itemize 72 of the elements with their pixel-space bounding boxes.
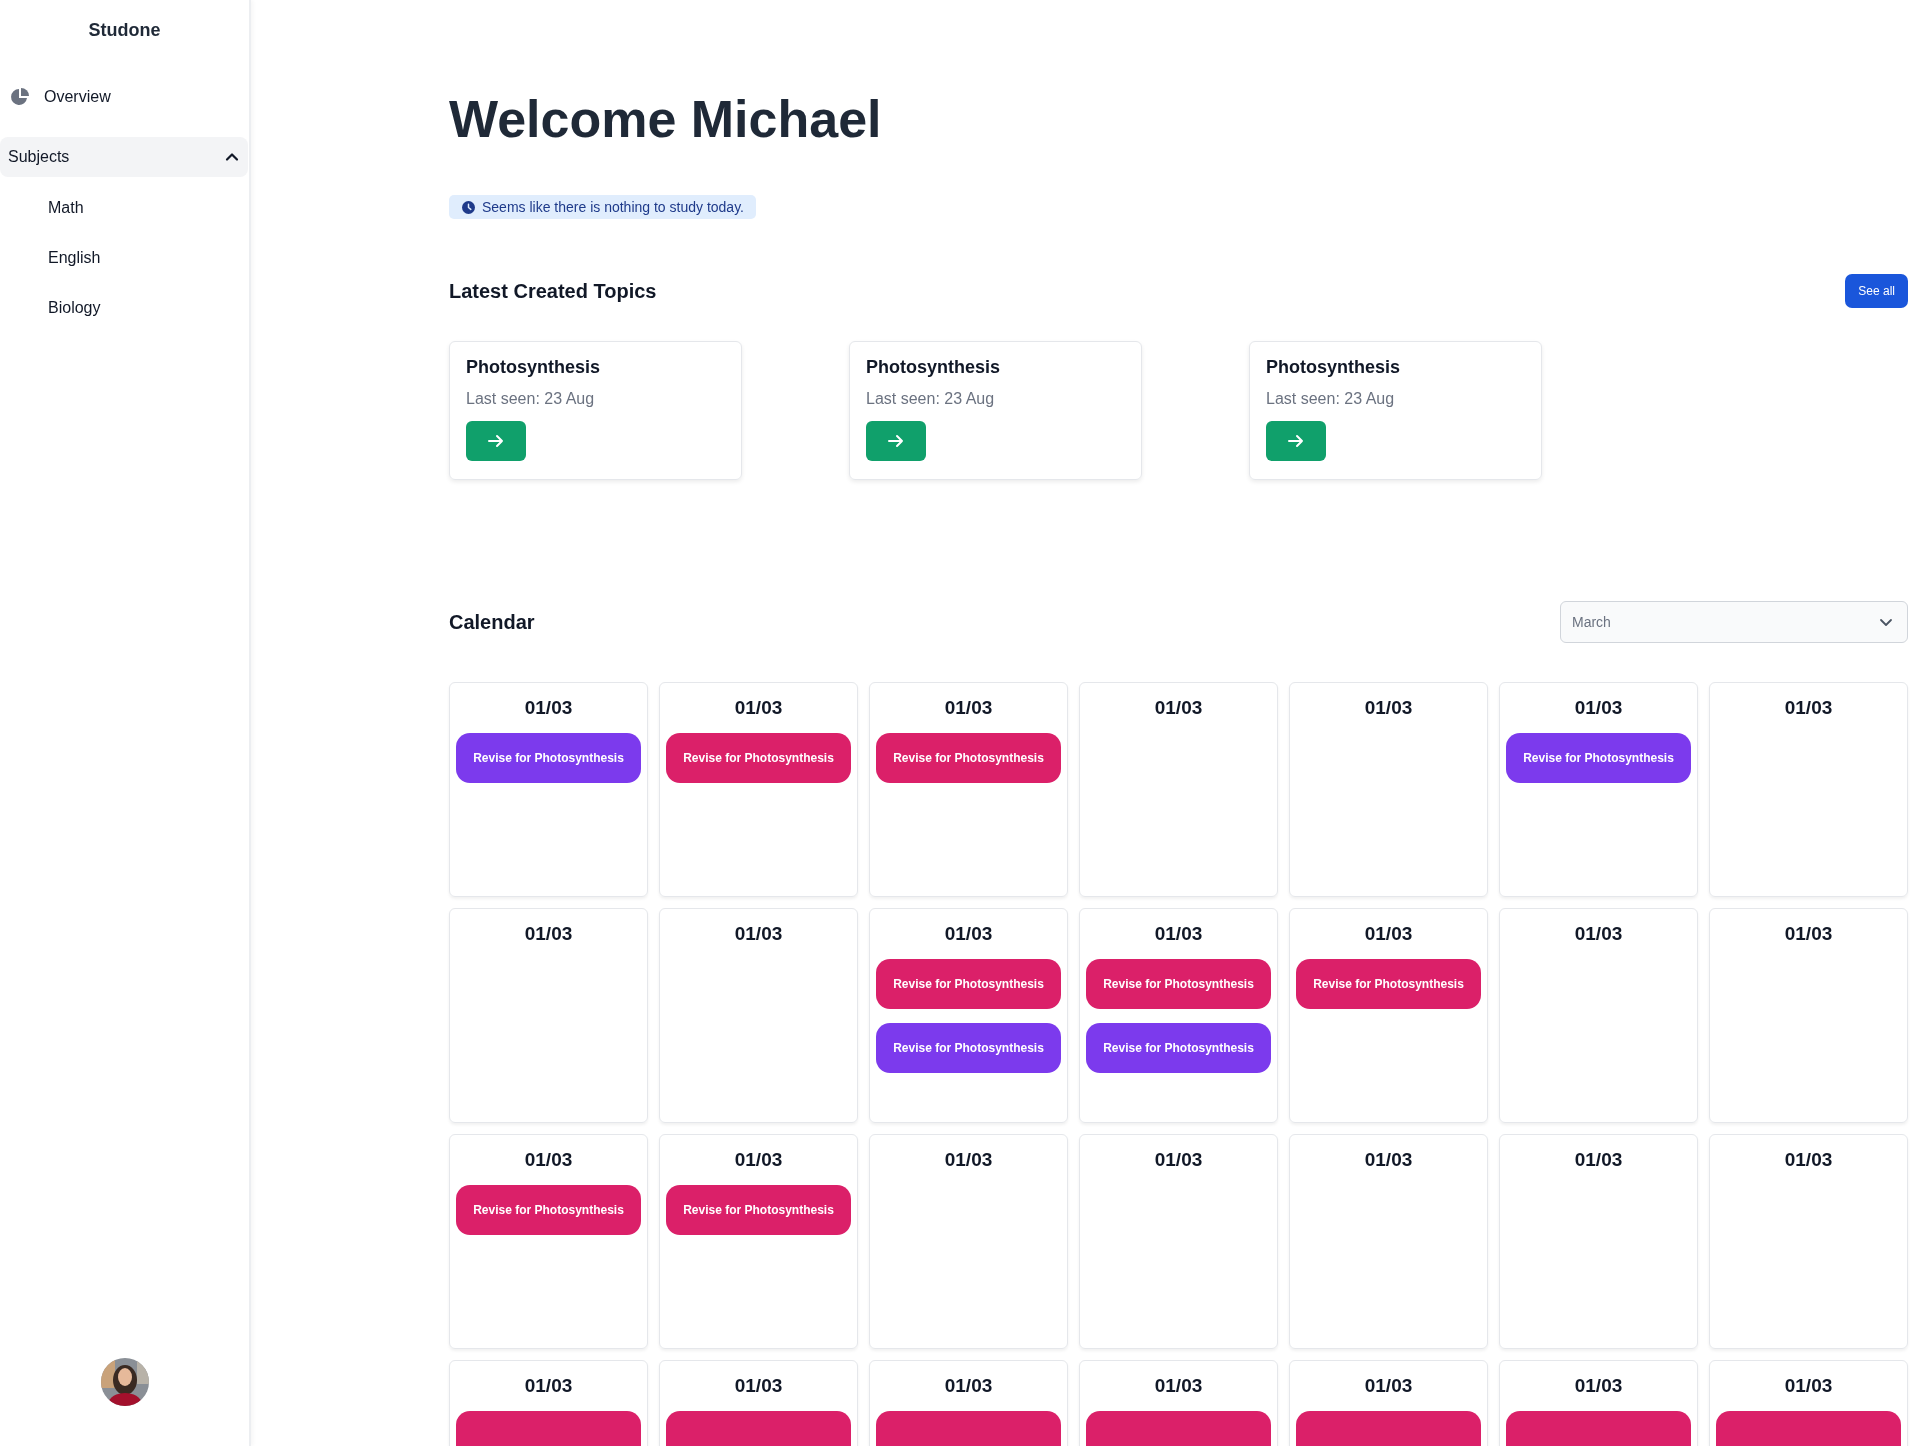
day-date: 01/03 <box>1783 697 1834 719</box>
last-seen-text: Last seen: 23 Aug <box>866 390 996 408</box>
sidebar-group[interactable]: Subjects <box>0 137 248 177</box>
day-date: 01/03 <box>1153 923 1204 945</box>
day-date: 01/03 <box>733 1149 784 1171</box>
calendar-event[interactable]: Revise for Photosynthesis <box>876 959 1061 1009</box>
day-date: 01/03 <box>1153 1375 1204 1397</box>
last-seen-text: Last seen: 23 Aug <box>1266 390 1396 408</box>
day-date: 01/03 <box>733 697 784 719</box>
calendar-event[interactable]: Revise for Photosynthesis <box>456 733 641 783</box>
day-date: 01/03 <box>943 1375 994 1397</box>
day-date: 01/03 <box>1363 697 1414 719</box>
clock-icon <box>462 200 475 214</box>
day-date: 01/03 <box>523 697 574 719</box>
calendar-event[interactable]: Revise for Photosynthesis <box>666 1185 851 1235</box>
day-date: 01/03 <box>1153 697 1204 719</box>
day-date: 01/03 <box>1573 1149 1624 1171</box>
day-date: 01/03 <box>733 923 784 945</box>
sidebar-subitem[interactable]: Math <box>0 183 249 233</box>
day-date: 01/03 <box>1363 1375 1414 1397</box>
calendar-event[interactable]: Revise for Photosynthesis <box>1086 1023 1271 1073</box>
day-date: 01/03 <box>1573 697 1624 719</box>
arrow-right-icon <box>1287 432 1305 450</box>
calendar-event[interactable]: Revise for Photosynthesis <box>876 733 1061 783</box>
pie-chart-icon <box>10 87 30 107</box>
sidebar-item[interactable]: Overview <box>0 79 249 115</box>
arrow-right-icon <box>487 432 505 450</box>
calendar-event[interactable] <box>876 1411 1061 1446</box>
calendar-event[interactable] <box>1086 1411 1271 1446</box>
page-title: Welcome Michael <box>449 89 883 150</box>
day-date: 01/03 <box>1153 1149 1204 1171</box>
day-date: 01/03 <box>943 1149 994 1171</box>
section-title: Latest Created Topics <box>449 279 657 303</box>
calendar-event[interactable] <box>456 1411 641 1446</box>
day-date: 01/03 <box>523 1149 574 1171</box>
calendar-event[interactable] <box>1716 1411 1901 1446</box>
calendar-event[interactable]: Revise for Photosynthesis <box>456 1185 641 1235</box>
open-topic-button[interactable] <box>466 421 526 461</box>
last-seen-text: Last seen: 23 Aug <box>466 390 596 408</box>
open-topic-button[interactable] <box>1266 421 1326 461</box>
arrow-right-icon <box>887 432 905 450</box>
app-logo: Studone <box>87 20 162 41</box>
day-date: 01/03 <box>523 1375 574 1397</box>
calendar-event[interactable]: Revise for Photosynthesis <box>876 1023 1061 1073</box>
month-select[interactable]: March <box>1560 601 1908 643</box>
day-date: 01/03 <box>1363 923 1414 945</box>
sidebar-subitem[interactable]: Biology <box>0 283 249 333</box>
day-date: 01/03 <box>523 923 574 945</box>
day-date: 01/03 <box>1783 1375 1834 1397</box>
calendar-event[interactable] <box>1506 1411 1691 1446</box>
open-topic-button[interactable] <box>866 421 926 461</box>
topic-title: Photosynthesis <box>466 357 602 378</box>
section-title: Calendar <box>449 610 535 634</box>
calendar-event[interactable]: Revise for Photosynthesis <box>1296 959 1481 1009</box>
notice-text: Seems like there is nothing to study today. <box>482 199 744 215</box>
calendar-event[interactable]: Revise for Photosynthesis <box>1506 733 1691 783</box>
topic-title: Photosynthesis <box>1266 357 1402 378</box>
calendar-event[interactable]: Revise for Photosynthesis <box>1086 959 1271 1009</box>
calendar-event[interactable]: Revise for Photosynthesis <box>666 733 851 783</box>
day-date: 01/03 <box>733 1375 784 1397</box>
calendar-event[interactable] <box>666 1411 851 1446</box>
day-date: 01/03 <box>943 923 994 945</box>
day-date: 01/03 <box>1783 1149 1834 1171</box>
topic-title: Photosynthesis <box>866 357 1002 378</box>
day-date: 01/03 <box>1573 1375 1624 1397</box>
day-date: 01/03 <box>1363 1149 1414 1171</box>
day-date: 01/03 <box>1783 923 1834 945</box>
day-date: 01/03 <box>943 697 994 719</box>
see-all-button[interactable]: See all <box>1845 274 1908 308</box>
sidebar-subitem[interactable]: English <box>0 233 249 283</box>
day-date: 01/03 <box>1573 923 1624 945</box>
calendar-event[interactable] <box>1296 1411 1481 1446</box>
